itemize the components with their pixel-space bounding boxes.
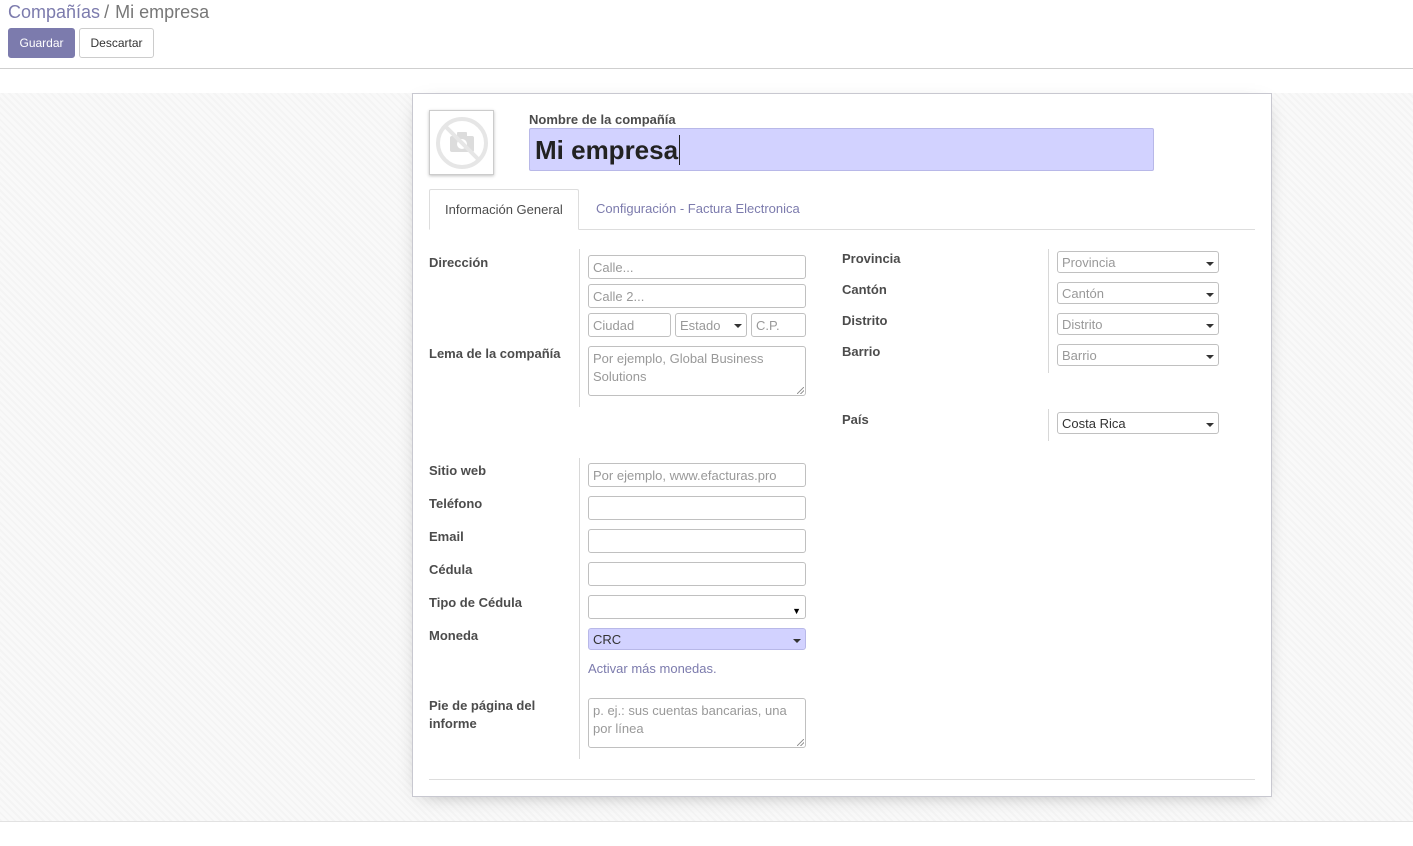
cedula-input[interactable] xyxy=(588,562,806,586)
breadcrumb-separator: / xyxy=(104,2,110,22)
provincia-placeholder: Provincia xyxy=(1062,255,1116,270)
group-divider xyxy=(579,249,580,407)
chevron-down-icon xyxy=(734,324,742,328)
breadcrumb-current: Mi empresa xyxy=(115,2,210,22)
caret-down-icon: ▼ xyxy=(792,606,801,616)
footer-placeholder: p. ej.: sus cuentas bancarias, una por l… xyxy=(593,703,787,736)
state-select[interactable]: Estado xyxy=(675,313,747,337)
canton-label: Cantón xyxy=(842,282,887,297)
breadcrumb: Compañías / Mi empresa xyxy=(8,1,209,23)
activate-currencies-link[interactable]: Activar más monedas. xyxy=(588,661,717,676)
canton-placeholder: Cantón xyxy=(1062,286,1104,301)
company-name-value: Mi empresa xyxy=(535,134,679,165)
breadcrumb-parent-link[interactable]: Compañías xyxy=(8,2,100,22)
resize-handle-icon[interactable] xyxy=(797,739,804,746)
footer-textarea[interactable]: p. ej.: sus cuentas bancarias, una por l… xyxy=(588,698,806,748)
city-input[interactable]: Ciudad xyxy=(588,313,671,337)
save-button[interactable]: Guardar xyxy=(8,28,75,58)
barrio-placeholder: Barrio xyxy=(1062,348,1097,363)
website-label: Sitio web xyxy=(429,463,487,478)
cedula-label: Cédula xyxy=(429,562,473,577)
company-name-input[interactable]: Mi empresa xyxy=(529,128,1154,171)
company-name-label: Nombre de la compañía xyxy=(529,112,676,127)
email-label: Email xyxy=(429,529,464,544)
group-divider xyxy=(1048,249,1049,373)
provincia-label: Provincia xyxy=(842,251,901,266)
moneda-value: CRC xyxy=(593,632,622,647)
tab-informacion-general[interactable]: Información General xyxy=(429,189,579,230)
street-input[interactable]: Calle... xyxy=(588,255,806,279)
provincia-select[interactable]: Provincia xyxy=(1057,251,1219,273)
form-sheet: Nombre de la compañía Mi empresa Informa… xyxy=(412,93,1272,797)
slogan-label: Lema de la compañía xyxy=(429,346,561,361)
email-input[interactable] xyxy=(588,529,806,553)
slogan-textarea[interactable]: Por ejemplo, Global Business Solutions xyxy=(588,346,806,396)
phone-input[interactable] xyxy=(588,496,806,520)
moneda-select[interactable]: CRC xyxy=(588,628,806,650)
group-divider xyxy=(579,458,580,759)
control-panel: Compañías / Mi empresa Guardar Descartar xyxy=(0,0,1413,69)
chevron-down-icon xyxy=(1206,262,1214,266)
distrito-placeholder: Distrito xyxy=(1062,317,1103,332)
footer-label-line2: informe xyxy=(429,716,477,731)
company-logo-placeholder[interactable] xyxy=(429,110,494,175)
distrito-select[interactable]: Distrito xyxy=(1057,313,1219,335)
distrito-label: Distrito xyxy=(842,313,888,328)
barrio-select[interactable]: Barrio xyxy=(1057,344,1219,366)
slogan-placeholder: Por ejemplo, Global Business Solutions xyxy=(593,351,764,384)
pais-select[interactable]: Costa Rica xyxy=(1057,412,1219,434)
zip-input[interactable]: C.P. xyxy=(751,313,806,337)
chevron-down-icon xyxy=(793,639,801,643)
resize-handle-icon[interactable] xyxy=(797,387,804,394)
street2-input[interactable]: Calle 2... xyxy=(588,284,806,308)
tipo-cedula-select[interactable]: ▼ xyxy=(588,595,806,619)
barrio-label: Barrio xyxy=(842,344,881,359)
footer-label: Pie de página del informe xyxy=(429,697,535,733)
chevron-down-icon xyxy=(1206,423,1214,427)
chevron-down-icon xyxy=(1206,324,1214,328)
phone-label: Teléfono xyxy=(429,496,483,511)
pais-label: País xyxy=(842,412,869,427)
footer-label-line1: Pie de página del xyxy=(429,698,536,713)
chevron-down-icon xyxy=(1206,293,1214,297)
sheet-divider xyxy=(429,779,1255,780)
website-input[interactable]: Por ejemplo, www.efacturas.pro xyxy=(588,463,806,487)
text-caret xyxy=(679,134,681,165)
notebook-tabs: Información General Configuración - Fact… xyxy=(429,189,1255,230)
group-divider xyxy=(1048,409,1049,441)
tipo-cedula-label: Tipo de Cédula xyxy=(429,595,522,610)
discard-button[interactable]: Descartar xyxy=(79,28,154,58)
pais-value: Costa Rica xyxy=(1062,416,1126,431)
state-placeholder: Estado xyxy=(680,318,721,333)
address-label: Dirección xyxy=(429,255,489,270)
canton-select[interactable]: Cantón xyxy=(1057,282,1219,304)
no-image-camera-icon xyxy=(435,116,488,169)
tab-configuracion-factura-electronica[interactable]: Configuración - Factura Electronica xyxy=(581,189,815,230)
moneda-label: Moneda xyxy=(429,628,479,643)
chevron-down-icon xyxy=(1206,355,1214,359)
form-view: Nombre de la compañía Mi empresa Informa… xyxy=(0,93,1413,822)
